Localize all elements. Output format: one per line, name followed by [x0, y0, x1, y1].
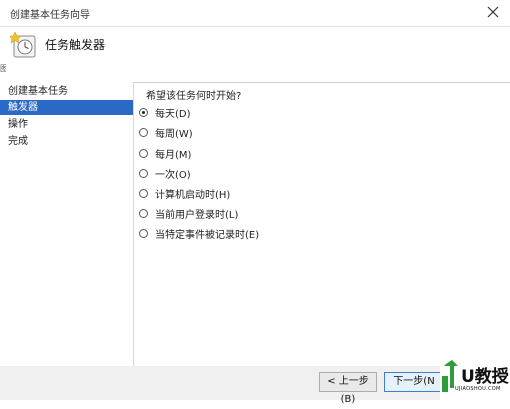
option-monthly[interactable]: 每月(M): [139, 145, 191, 161]
option-label: 每月(M): [155, 149, 192, 161]
radio-monthly[interactable]: [139, 148, 148, 158]
option-at-startup[interactable]: 计算机启动时(H): [139, 185, 230, 201]
window-title: 创建基本任务向导: [10, 10, 90, 21]
clock-task-icon: [10, 31, 36, 58]
watermark-text: U教授: [461, 367, 509, 387]
sidebar-item-finish[interactable]: 完成: [0, 134, 133, 149]
option-at-logon[interactable]: 当前用户登录时(L): [139, 205, 238, 221]
radio-weekly[interactable]: [139, 127, 148, 137]
edge-char: 图: [0, 64, 6, 73]
close-icon[interactable]: [484, 3, 502, 21]
option-label: 一次(O): [155, 169, 191, 181]
trigger-options-panel: 希望该任务何时开始? 每天(D) 每周(W) 每月(M) 一次(O) 计算机启动…: [134, 82, 510, 372]
option-weekly[interactable]: 每周(W): [139, 124, 193, 140]
radio-at-logon[interactable]: [139, 208, 148, 218]
trigger-question: 希望该任务何时开始?: [146, 91, 242, 102]
sidebar-item-create-basic-task[interactable]: 创建基本任务: [0, 84, 133, 99]
option-label: 每周(W): [155, 128, 193, 140]
back-button[interactable]: < 上一步(B): [319, 372, 377, 405]
option-daily[interactable]: 每天(D): [139, 104, 191, 120]
watermark-subtext: UJIAOSHOU.COM: [455, 386, 501, 392]
sidebar-item-trigger[interactable]: 触发器: [0, 100, 133, 115]
radio-on-event[interactable]: [139, 228, 148, 238]
option-on-event[interactable]: 当特定事件被记录时(E): [139, 225, 259, 241]
radio-daily[interactable]: [139, 107, 148, 117]
radio-once[interactable]: [139, 168, 148, 178]
option-label: 当特定事件被记录时(E): [155, 229, 260, 241]
option-label: 当前用户登录时(L): [155, 209, 239, 221]
page-title: 任务触发器: [45, 38, 106, 52]
option-once[interactable]: 一次(O): [139, 165, 191, 181]
wizard-header: 任务触发器: [0, 27, 510, 83]
option-label: 计算机启动时(H): [155, 189, 231, 201]
sidebar-item-action[interactable]: 操作: [0, 117, 133, 132]
option-label: 每天(D): [155, 108, 191, 120]
next-button[interactable]: 下一步(N: [384, 372, 444, 392]
title-bar: 创建基本任务向导: [0, 0, 510, 27]
radio-at-startup[interactable]: [139, 188, 148, 198]
wizard-steps-sidebar: 创建基本任务 触发器 操作 完成: [0, 82, 134, 400]
